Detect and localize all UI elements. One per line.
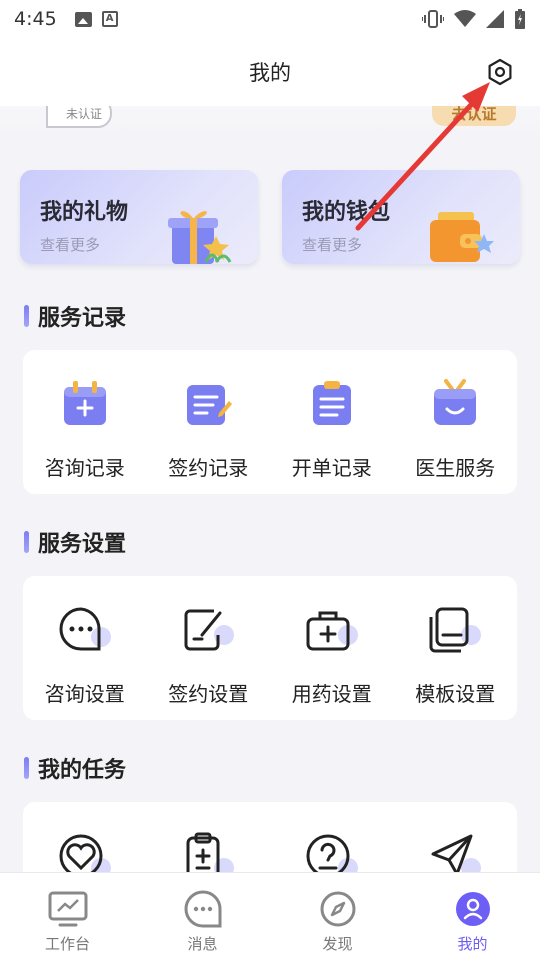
- section-title-settings: 服务设置: [24, 526, 126, 558]
- grid-item-label: 签约记录: [168, 456, 249, 480]
- tab-workbench[interactable]: 工作台: [0, 873, 135, 960]
- gallery-notification-icon: [74, 11, 92, 27]
- tab-discover[interactable]: 发现: [270, 873, 405, 960]
- grid-item-label: 咨询设置: [44, 682, 125, 706]
- settings-button[interactable]: [484, 56, 516, 88]
- tab-mine[interactable]: 我的: [405, 873, 540, 960]
- grid-item-template-settings[interactable]: 模板设置: [394, 576, 518, 720]
- grid-item-label: 开单记录: [291, 456, 372, 480]
- section-accent-bar: [24, 305, 29, 327]
- wifi-icon: [454, 10, 476, 27]
- layers-template-icon: [429, 607, 482, 653]
- chat-dots-gear-icon: [59, 607, 111, 651]
- battery-icon: [515, 9, 525, 29]
- document-pen-icon: [187, 385, 233, 425]
- wallet-card[interactable]: 我的钱包 查看更多: [282, 170, 520, 264]
- document-edit-gear-icon: [184, 609, 235, 651]
- page-title: 我的: [249, 61, 291, 85]
- clipboard-list-icon: [312, 381, 351, 425]
- gift-box-icon: [168, 211, 232, 264]
- settings-panel: 咨询设置 签约设置 用药设置 模板设置: [23, 576, 517, 720]
- section-title-records: 服务记录: [24, 300, 126, 332]
- grid-item-consult-records[interactable]: 咨询记录: [23, 350, 147, 494]
- grid-item-task-2[interactable]: [147, 802, 271, 882]
- compass-icon: [320, 891, 355, 927]
- profile-strip: 未认证 去认证: [0, 98, 540, 136]
- monitor-chart-icon: [48, 891, 87, 927]
- section-accent-bar: [24, 531, 29, 553]
- tv-service-icon: [434, 379, 477, 425]
- status-bar: 4:45 A: [0, 0, 540, 38]
- tab-messages[interactable]: 消息: [135, 873, 270, 960]
- tasks-panel: [23, 802, 517, 882]
- grid-item-label: 签约设置: [168, 682, 249, 706]
- tab-label: 我的: [457, 935, 488, 953]
- settings-hexagon-icon: [488, 58, 512, 86]
- tab-label: 发现: [322, 935, 353, 953]
- app-notification-icon: A: [101, 11, 118, 27]
- signal-icon: [486, 10, 504, 28]
- quick-cards: 我的礼物 查看更多 我的钱包 查看更多: [20, 170, 520, 264]
- status-time: 4:45: [14, 8, 57, 30]
- medical-kit-icon: [306, 611, 358, 651]
- page-header: 我的: [0, 38, 540, 106]
- grid-item-task-1[interactable]: [23, 802, 147, 882]
- section-title-tasks: 我的任务: [24, 752, 126, 784]
- grid-item-label: 咨询记录: [44, 456, 125, 480]
- grid-item-label: 用药设置: [291, 682, 372, 706]
- user-icon: [455, 892, 490, 926]
- section-title-tasks-text: 我的任务: [38, 758, 127, 783]
- chat-bubble-icon: [184, 890, 221, 928]
- vibrate-icon: [422, 10, 444, 28]
- bottom-tab-bar: 工作台 消息 发现 我的: [0, 872, 540, 960]
- section-accent-bar: [24, 757, 29, 779]
- records-panel: 咨询记录 签约记录 开单记录 医生服务: [23, 350, 517, 494]
- unverified-badge-label: 未认证: [65, 106, 102, 121]
- section-title-records-text: 服务记录: [38, 306, 127, 331]
- grid-item-contract-settings[interactable]: 签约设置: [147, 576, 271, 720]
- grid-item-medication-settings[interactable]: 用药设置: [270, 576, 394, 720]
- grid-item-task-3[interactable]: [270, 802, 394, 882]
- section-title-settings-text: 服务设置: [38, 532, 127, 557]
- wallet-icon: [430, 212, 494, 262]
- calendar-plus-icon: [63, 381, 106, 425]
- grid-item-label: 模板设置: [415, 682, 496, 706]
- grid-item-order-records[interactable]: 开单记录: [270, 350, 394, 494]
- tab-label: 工作台: [44, 935, 90, 953]
- tab-label: 消息: [187, 935, 218, 953]
- grid-item-doctor-service[interactable]: 医生服务: [394, 350, 518, 494]
- grid-item-task-4[interactable]: [394, 802, 518, 882]
- grid-item-consult-settings[interactable]: 咨询设置: [23, 576, 147, 720]
- grid-item-contract-records[interactable]: 签约记录: [147, 350, 271, 494]
- gifts-card[interactable]: 我的礼物 查看更多: [20, 170, 258, 264]
- grid-item-label: 医生服务: [415, 456, 496, 480]
